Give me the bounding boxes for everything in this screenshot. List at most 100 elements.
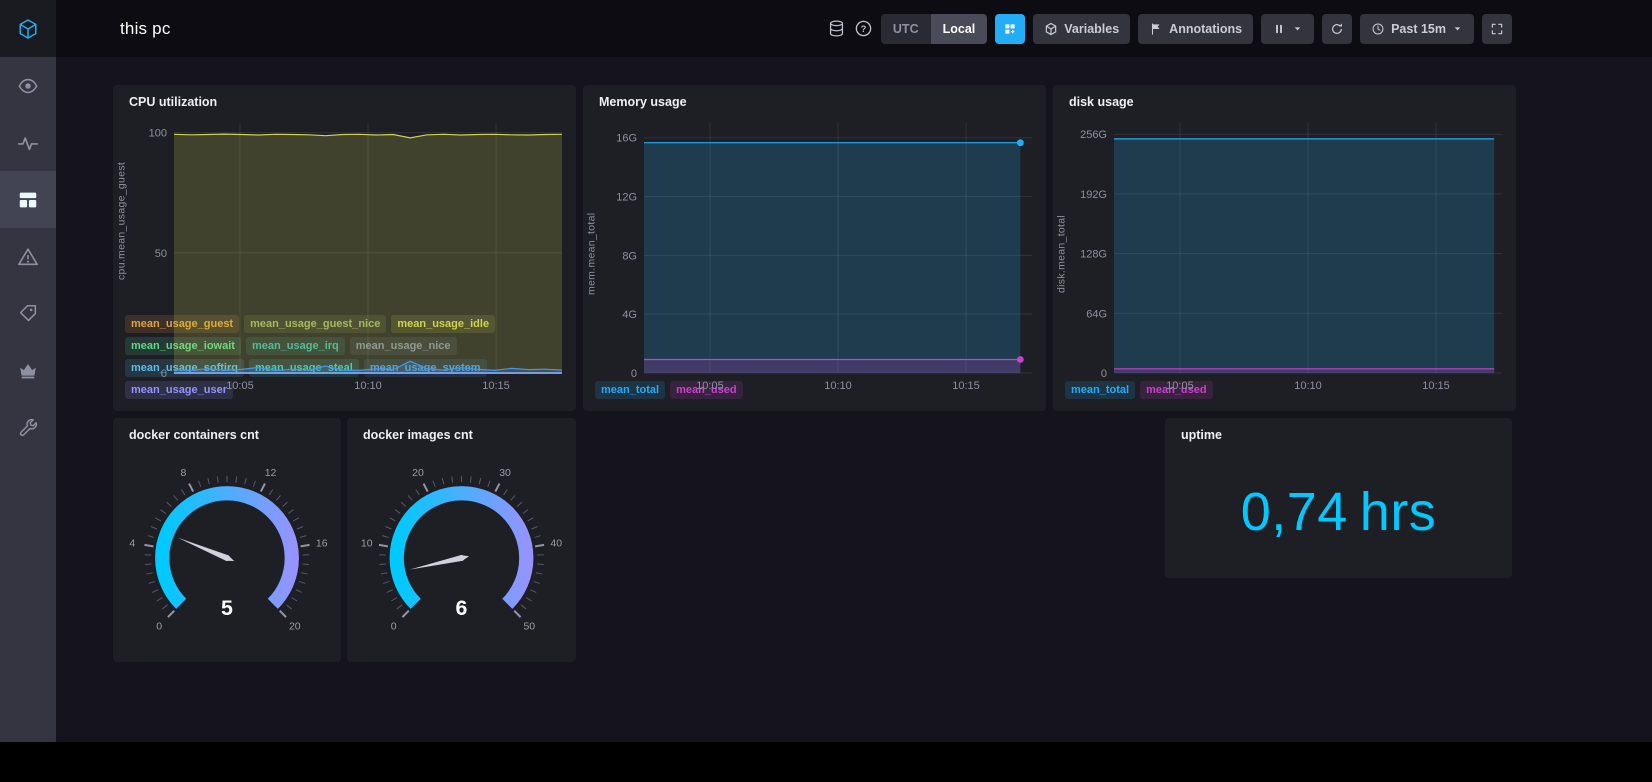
gauge-minor-tick xyxy=(146,572,153,575)
y-tick-label: 50 xyxy=(155,248,167,260)
gauge-tick-label: 8 xyxy=(181,467,187,479)
gauge-minor-tick xyxy=(487,480,491,488)
gauge-major-tick xyxy=(378,543,389,548)
x-tick-label: 10:05 xyxy=(226,380,254,392)
gauge-minor-tick xyxy=(432,480,436,488)
gauge-major-tick xyxy=(259,483,266,493)
x-tick-label: 10:15 xyxy=(482,380,510,392)
gauge-tick-label: 20 xyxy=(289,620,301,632)
gauge-minor-tick xyxy=(144,563,152,565)
gauge-minor-tick xyxy=(286,604,292,610)
gauge-needle-hub xyxy=(224,555,230,561)
cell-disk-usage: disk usage disk.mean_total 10:05 10:10 10:… xyxy=(1053,85,1516,411)
gauge-minor-tick xyxy=(152,589,159,593)
gauge-minor-tick xyxy=(166,501,172,507)
gauge-minor-tick xyxy=(292,517,300,522)
gauge-minor-tick xyxy=(386,589,393,593)
gauge-minor-tick xyxy=(296,526,304,530)
gauge-minor-tick xyxy=(162,604,168,610)
cell-docker-images: docker images cnt 0 10 20 30 40 50 6 xyxy=(347,418,576,662)
cell-title[interactable]: disk usage xyxy=(1053,85,1516,113)
gauge-minor-tick xyxy=(148,580,156,584)
gauge-tick-label: 12 xyxy=(265,467,277,479)
memory-plot[interactable]: 10:05 10:10 10:15 0 4G 8G 12G 16G xyxy=(600,113,1046,395)
y-axis-label: mem.mean_total xyxy=(585,212,598,296)
gauge-minor-tick xyxy=(385,526,392,530)
gauge-minor-tick xyxy=(288,509,294,514)
gauge-minor-tick xyxy=(527,517,534,522)
gauge-minor-tick xyxy=(383,580,390,584)
y-tick-label: 12G xyxy=(616,192,637,204)
gauge-tick-label: 0 xyxy=(156,620,162,632)
y-tick-label: 0 xyxy=(161,368,167,380)
dashboard-grid: CPU utilization cpu.mean_usage_guest 10:… xyxy=(0,0,1652,742)
docker-containers-gauge: 0 4 8 12 16 20 5 xyxy=(113,446,341,662)
disk-plot[interactable]: 10:05 10:10 10:15 0 64G 128G 192G 256G xyxy=(1070,113,1516,395)
x-tick-label: 10:10 xyxy=(1294,380,1322,392)
gauge-minor-tick xyxy=(391,597,398,602)
gauge-minor-tick xyxy=(301,572,308,575)
gauge-major-tick xyxy=(513,609,522,618)
y-tick-label: 64G xyxy=(1086,308,1107,320)
gauge-minor-tick xyxy=(510,495,516,501)
gauge-minor-tick xyxy=(298,580,306,584)
gauge-major-tick xyxy=(300,543,310,548)
cell-title[interactable]: docker containers cnt xyxy=(113,418,341,446)
cell-title[interactable]: uptime xyxy=(1165,418,1512,446)
cell-cpu-utilization: CPU utilization cpu.mean_usage_guest 10:… xyxy=(113,85,576,411)
y-tick-label: 128G xyxy=(1080,249,1107,261)
y-tick-label: 0 xyxy=(631,368,637,380)
x-tick-label: 10:15 xyxy=(1422,380,1450,392)
gauge-minor-tick xyxy=(180,489,186,496)
uptime-suffix: hrs xyxy=(1359,482,1437,542)
cell-docker-containers: docker containers cnt 0 4 8 12 16 20 5 xyxy=(113,418,341,662)
gauge-minor-tick xyxy=(525,597,532,602)
gauge-minor-tick xyxy=(537,563,544,565)
gauge-minor-tick xyxy=(522,509,529,514)
cell-title[interactable]: Memory usage xyxy=(583,85,1046,113)
gauge-minor-tick xyxy=(415,489,420,496)
gauge-major-tick xyxy=(144,543,154,548)
gauge-tick-label: 30 xyxy=(499,467,511,479)
cpu-utilization-graph[interactable]: 10:05 10:10 10:15 0 50 100 xyxy=(130,113,576,392)
gauge-minor-tick xyxy=(299,535,307,538)
series-end-dot-mean_total xyxy=(1016,139,1024,147)
gauge-minor-tick xyxy=(478,477,482,485)
gauge-minor-tick xyxy=(441,477,445,485)
disk-usage-graph[interactable]: 10:05 10:10 10:15 0 64G 128G 192G 256G xyxy=(1070,113,1516,392)
x-tick-label: 10:05 xyxy=(696,380,724,392)
gauge-minor-tick xyxy=(291,597,298,602)
memory-usage-graph[interactable]: 10:05 10:10 10:15 0 4G 8G 12G 16G xyxy=(600,113,1046,392)
gauge-major-tick xyxy=(534,543,545,548)
docker_containers-gauge-plot: 0 4 8 12 16 20 5 xyxy=(129,467,327,632)
gauge-minor-tick xyxy=(235,476,238,483)
gauge-minor-tick xyxy=(216,476,219,483)
gauge-major-tick xyxy=(278,609,287,618)
cell-title[interactable]: docker images cnt xyxy=(347,418,576,446)
cell-title[interactable]: CPU utilization xyxy=(113,85,576,113)
gauge-minor-tick xyxy=(394,509,401,514)
y-tick-label: 0 xyxy=(1101,368,1107,380)
uptime-single-stat: 0,74 hrs xyxy=(1165,446,1512,578)
gauge-minor-tick xyxy=(379,563,386,565)
gauge-minor-tick xyxy=(252,480,256,488)
gauge-minor-tick xyxy=(268,489,274,496)
gauge-minor-tick xyxy=(282,501,288,507)
gauge-minor-tick xyxy=(207,477,210,485)
series-area-mean_total xyxy=(1114,138,1495,373)
gauge-minor-tick xyxy=(535,572,543,575)
gauge-major-tick xyxy=(167,609,176,618)
gauge-major-tick xyxy=(188,483,195,493)
gauge-minor-tick xyxy=(382,535,389,538)
series-end-dot-mean_used xyxy=(1016,356,1024,363)
cell-memory-usage: Memory usage mem.mean_total 10:05 10:10 10… xyxy=(583,85,1046,411)
gauge-needle-hub xyxy=(458,555,465,561)
docker-images-gauge: 0 10 20 30 40 50 6 xyxy=(347,446,576,662)
x-tick-label: 10:15 xyxy=(952,380,980,392)
cpu-plot[interactable]: 10:05 10:10 10:15 0 50 100 xyxy=(130,113,576,395)
gauge-minor-tick xyxy=(516,501,523,507)
series-area-mean_used xyxy=(644,359,1021,373)
gauge-arc xyxy=(155,486,299,609)
gauge-minor-tick xyxy=(400,501,407,507)
gauge-minor-tick xyxy=(389,517,396,522)
